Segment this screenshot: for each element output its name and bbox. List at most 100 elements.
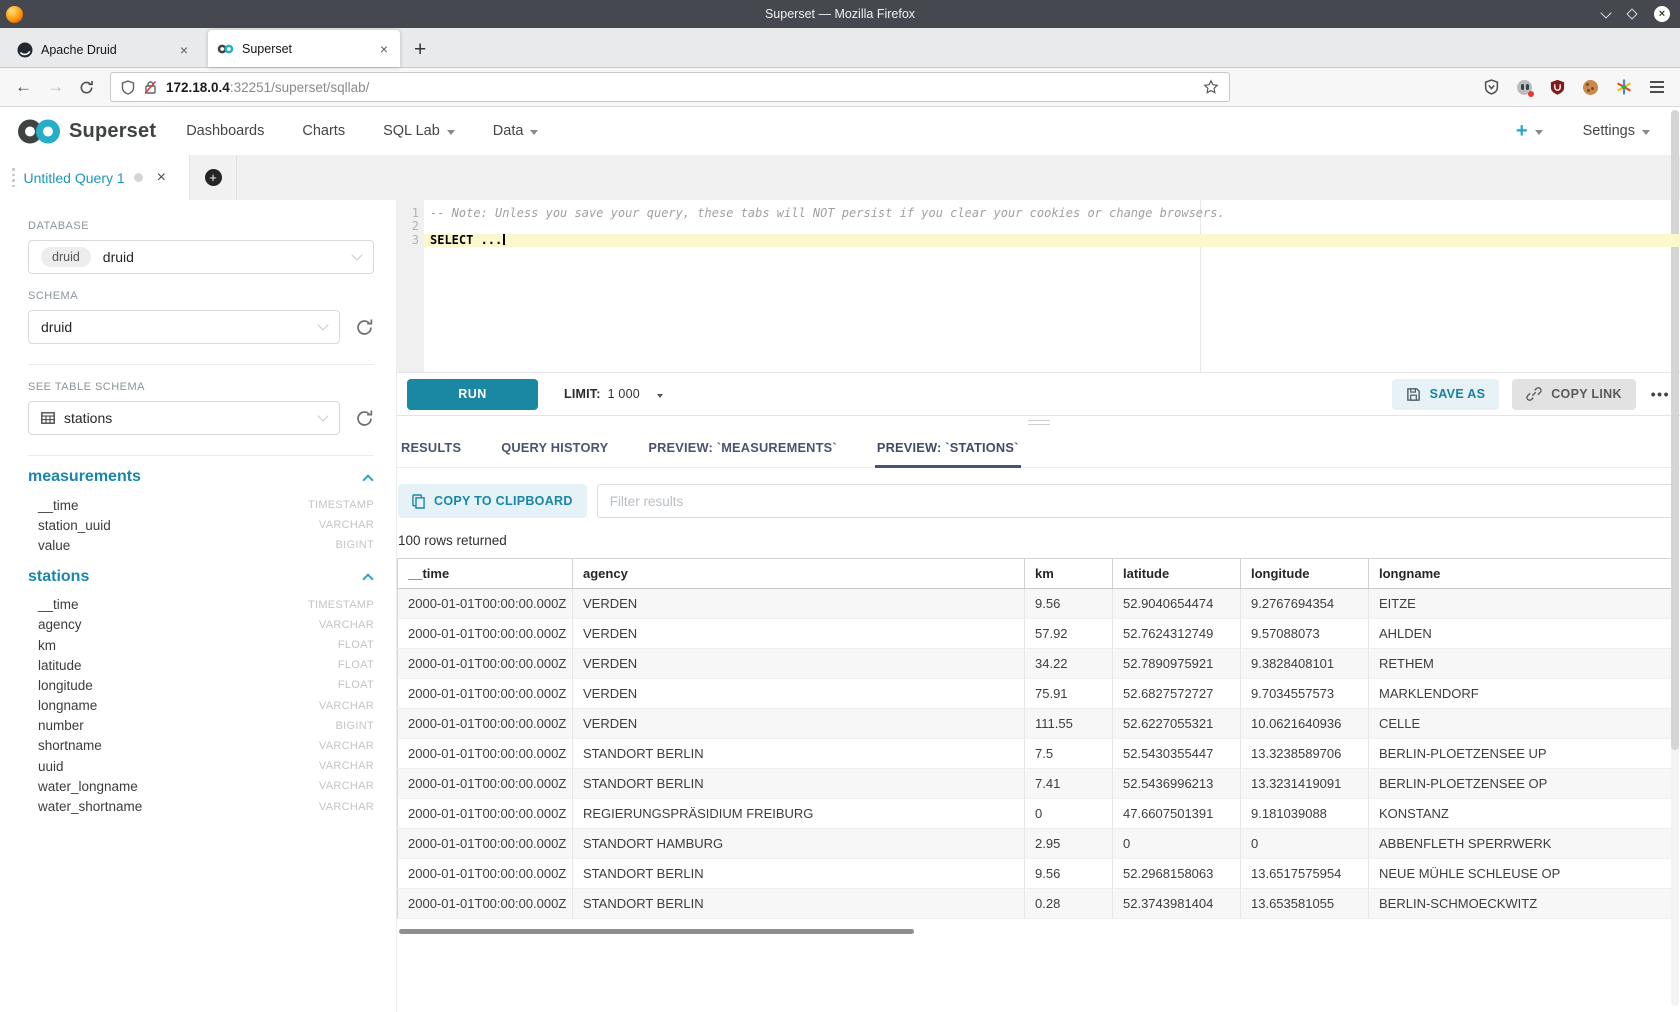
- table-row[interactable]: 2000-01-01T00:00:00.000ZVERDEN57.9252.76…: [398, 619, 1674, 649]
- window-title: Superset — Mozilla Firefox: [0, 7, 1680, 21]
- table-cell: 75.91: [1025, 679, 1113, 709]
- tab-query-history[interactable]: QUERY HISTORY: [499, 428, 610, 468]
- schema-column-row: longitude FLOAT: [28, 675, 374, 695]
- refresh-table-icon[interactable]: [355, 409, 374, 428]
- new-tab-button[interactable]: +: [414, 39, 426, 60]
- table-row[interactable]: 2000-01-01T00:00:00.000ZSTANDORT BERLIN0…: [398, 889, 1674, 919]
- table-row[interactable]: 2000-01-01T00:00:00.000ZSTANDORT BERLIN9…: [398, 859, 1674, 889]
- query-tab-active[interactable]: Untitled Query 1 ×: [0, 155, 190, 200]
- tab-close-icon[interactable]: ×: [177, 42, 191, 58]
- ublock-icon[interactable]: [1550, 79, 1565, 95]
- column-header[interactable]: longname: [1369, 559, 1674, 589]
- settings-menu[interactable]: Settings: [1583, 123, 1650, 139]
- nav-item-data[interactable]: Data: [493, 123, 539, 139]
- window-close-icon[interactable]: ×: [1654, 6, 1670, 22]
- schema-column-type: VARCHAR: [319, 760, 374, 772]
- pane-splitter[interactable]: [397, 416, 1680, 428]
- table-cell: 2000-01-01T00:00:00.000Z: [398, 589, 573, 619]
- schema-table-name[interactable]: measurements: [28, 468, 141, 486]
- table-cell: 2000-01-01T00:00:00.000Z: [398, 859, 573, 889]
- database-badge: druid: [41, 247, 91, 267]
- schema-column-row: water_shortname VARCHAR: [28, 796, 374, 816]
- sqllab-sidebar: DATABASE druid druid SCHEMA druid SEE TA…: [0, 200, 396, 1012]
- limit-control[interactable]: LIMIT:1 000: [564, 387, 663, 401]
- schema-column-type: VARCHAR: [319, 801, 374, 813]
- column-header[interactable]: agency: [573, 559, 1025, 589]
- window-maximize-icon[interactable]: [1626, 8, 1637, 19]
- schema-table-name[interactable]: stations: [28, 568, 89, 586]
- tab-preview-measurements[interactable]: PREVIEW: `MEASUREMENTS`: [646, 428, 839, 468]
- text-cursor: [503, 234, 505, 245]
- add-new-button[interactable]: +: [1516, 120, 1543, 143]
- mask-extension-icon[interactable]: [1517, 80, 1532, 95]
- table-cell: 52.2968158063: [1113, 859, 1241, 889]
- refresh-schema-icon[interactable]: [355, 318, 374, 337]
- table-row[interactable]: 2000-01-01T00:00:00.000ZSTANDORT BERLIN7…: [398, 739, 1674, 769]
- table-cell: 13.653581055: [1241, 889, 1369, 919]
- database-select[interactable]: druid druid: [28, 240, 374, 274]
- drag-handle-icon[interactable]: [12, 168, 15, 187]
- shield-icon[interactable]: [121, 80, 135, 95]
- collapse-icon[interactable]: [362, 474, 373, 485]
- copy-link-button[interactable]: COPY LINK: [1512, 379, 1636, 410]
- brand-title[interactable]: Superset: [69, 120, 156, 143]
- schema-column-row: agency VARCHAR: [28, 615, 374, 635]
- horizontal-scrollbar[interactable]: [399, 929, 914, 934]
- tab-results[interactable]: RESULTS: [399, 428, 463, 468]
- window-minimize-icon[interactable]: [1600, 7, 1611, 18]
- tab-close-icon[interactable]: ×: [377, 41, 391, 57]
- column-header[interactable]: km: [1025, 559, 1113, 589]
- table-cell: 0: [1025, 799, 1113, 829]
- chevron-down-icon: [317, 410, 328, 421]
- schema-column-name: value: [38, 538, 70, 553]
- column-header[interactable]: longitude: [1241, 559, 1369, 589]
- nav-item-dashboards[interactable]: Dashboards: [186, 123, 264, 139]
- forward-icon[interactable]: →: [47, 77, 64, 97]
- table-row[interactable]: 2000-01-01T00:00:00.000ZVERDEN9.5652.904…: [398, 589, 1674, 619]
- cookie-icon[interactable]: [1583, 80, 1598, 95]
- column-header[interactable]: __time: [398, 559, 573, 589]
- schema-column-row: value BIGINT: [28, 535, 374, 555]
- filter-results-input[interactable]: [597, 484, 1674, 518]
- superset-logo-icon[interactable]: [16, 118, 62, 145]
- table-row[interactable]: 2000-01-01T00:00:00.000ZSTANDORT BERLIN7…: [398, 769, 1674, 799]
- colorful-asterisk-icon[interactable]: [1616, 79, 1632, 95]
- collapse-icon[interactable]: [362, 573, 373, 584]
- editor-comment-line: -- Note: Unless you save your query, the…: [424, 207, 1680, 220]
- table-row[interactable]: 2000-01-01T00:00:00.000ZVERDEN34.2252.78…: [398, 649, 1674, 679]
- results-tabs: RESULTS QUERY HISTORY PREVIEW: `MEASUREM…: [397, 428, 1680, 468]
- insecure-lock-icon[interactable]: [144, 80, 157, 95]
- table-row[interactable]: 2000-01-01T00:00:00.000ZVERDEN111.5552.6…: [398, 709, 1674, 739]
- table-cell: 2000-01-01T00:00:00.000Z: [398, 679, 573, 709]
- table-cell: 52.3743981404: [1113, 889, 1241, 919]
- table-row[interactable]: 2000-01-01T00:00:00.000ZVERDEN75.9152.68…: [398, 679, 1674, 709]
- table-row[interactable]: 2000-01-01T00:00:00.000ZREGIERUNGSPRÄSID…: [398, 799, 1674, 829]
- column-header[interactable]: latitude: [1113, 559, 1241, 589]
- browser-tab-apache-druid[interactable]: Apache Druid ×: [8, 32, 200, 67]
- url-input[interactable]: 172.18.0.4:32251/superset/sqllab/: [110, 72, 1230, 102]
- menu-icon[interactable]: [1650, 81, 1664, 93]
- table-cell: 7.41: [1025, 769, 1113, 799]
- browser-tab-superset[interactable]: Superset ×: [208, 30, 400, 67]
- sql-editor[interactable]: 1 2 3 -- Note: Unless you save your quer…: [397, 200, 1680, 372]
- chevron-down-icon: [351, 249, 362, 260]
- schema-column-type: VARCHAR: [319, 519, 374, 531]
- save-as-button[interactable]: SAVE AS: [1392, 379, 1500, 410]
- nav-item-charts[interactable]: Charts: [302, 123, 345, 139]
- query-tab-close-icon[interactable]: ×: [157, 169, 166, 187]
- schema-select[interactable]: druid: [28, 310, 340, 344]
- sqllab-main-pane: 1 2 3 -- Note: Unless you save your quer…: [396, 200, 1680, 1012]
- bookmark-star-icon[interactable]: [1203, 79, 1219, 95]
- reload-icon[interactable]: [79, 80, 94, 95]
- nav-item-sql-lab[interactable]: SQL Lab: [383, 123, 455, 139]
- run-button[interactable]: RUN: [407, 379, 538, 410]
- table-select[interactable]: stations: [28, 401, 340, 435]
- add-query-tab-button[interactable]: +: [190, 155, 237, 200]
- back-icon[interactable]: ←: [15, 77, 32, 97]
- table-row[interactable]: 2000-01-01T00:00:00.000ZSTANDORT HAMBURG…: [398, 829, 1674, 859]
- pocket-shield-icon[interactable]: [1484, 79, 1499, 95]
- more-options-button[interactable]: •••: [1651, 386, 1670, 402]
- table-cell: STANDORT BERLIN: [573, 769, 1025, 799]
- tab-preview-stations[interactable]: PREVIEW: `STATIONS`: [875, 428, 1021, 468]
- copy-to-clipboard-button[interactable]: COPY TO CLIPBOARD: [398, 484, 587, 518]
